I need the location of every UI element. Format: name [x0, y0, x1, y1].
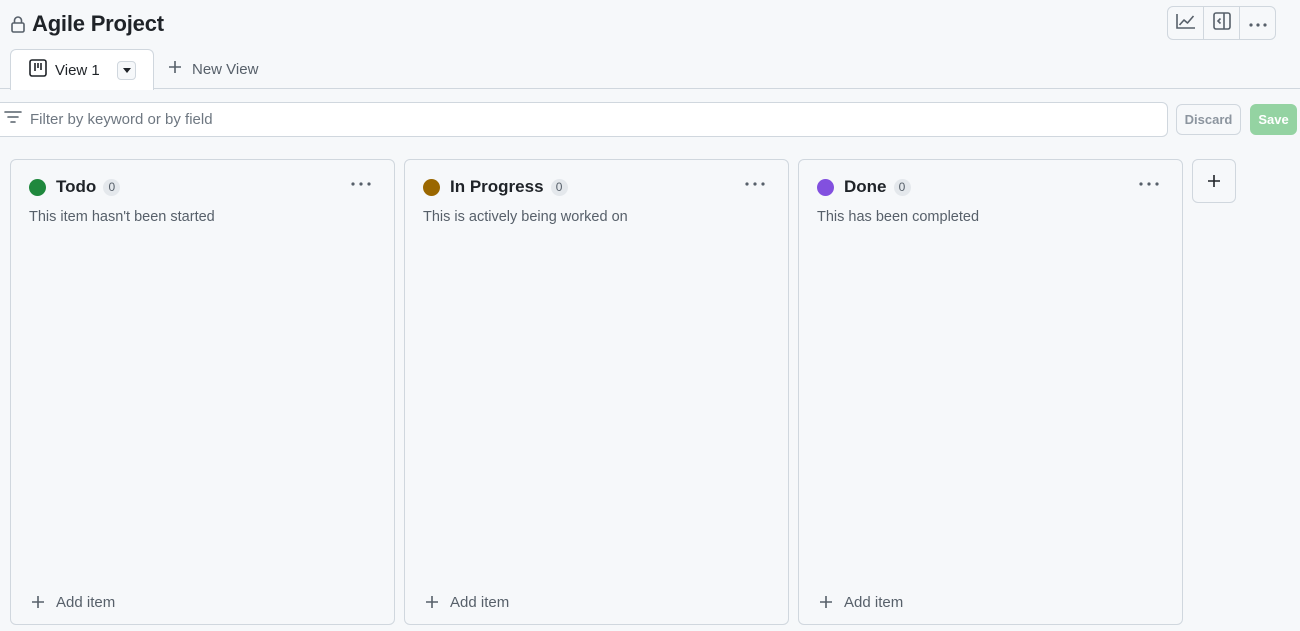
board-column-todo: Todo 0 This item hasn't been started Add…: [10, 159, 395, 625]
column-description: This is actively being worked on: [423, 209, 628, 225]
save-button[interactable]: Save: [1250, 104, 1297, 135]
plus-icon: [32, 596, 44, 608]
discard-button[interactable]: Discard: [1176, 104, 1241, 135]
project-header: Agile Project: [0, 0, 1300, 48]
filter-bar: [0, 102, 1168, 137]
column-title: Todo: [56, 177, 97, 196]
add-item-label: Add item: [844, 593, 904, 611]
board-column-in-progress: In Progress 0 This is actively being wor…: [404, 159, 789, 625]
add-item-label: Add item: [450, 593, 510, 611]
kebab-horizontal-icon: [1248, 14, 1267, 32]
plus-icon: [168, 60, 182, 78]
triangle-down-icon: [122, 68, 131, 73]
kebab-horizontal-icon: [351, 182, 371, 186]
view-options-dropdown[interactable]: [117, 61, 136, 80]
column-header: Done 0: [817, 177, 911, 197]
insights-button[interactable]: [1168, 7, 1204, 39]
new-view-button[interactable]: New View: [168, 59, 258, 79]
graph-icon: [1175, 13, 1196, 34]
add-item-label: Add item: [56, 593, 116, 611]
plus-icon: [426, 596, 438, 608]
plus-icon: [820, 596, 832, 608]
filter-input[interactable]: [30, 111, 1130, 128]
status-dot: [29, 178, 46, 196]
add-item-button[interactable]: Add item: [819, 592, 903, 612]
filter-icon: [4, 110, 22, 129]
page-title: Agile Project: [32, 11, 164, 36]
tab-label: View 1: [55, 61, 100, 79]
column-menu-button[interactable]: [740, 174, 770, 194]
column-description: This has been completed: [817, 209, 980, 225]
add-item-button[interactable]: Add item: [31, 592, 115, 612]
column-menu-button[interactable]: [346, 174, 376, 194]
column-header: In Progress 0: [423, 177, 568, 197]
status-dot: [817, 178, 834, 196]
lock-icon: [10, 15, 26, 33]
add-column-button[interactable]: [1192, 159, 1236, 203]
plus-icon: [1208, 175, 1220, 187]
item-count-badge: 0: [893, 178, 911, 196]
side-panel-button[interactable]: [1204, 7, 1240, 39]
column-description: This item hasn't been started: [29, 209, 215, 225]
new-view-label: New View: [192, 60, 259, 78]
kebab-horizontal-icon: [745, 182, 765, 186]
add-item-button[interactable]: Add item: [425, 592, 509, 612]
column-title: Done: [844, 177, 887, 196]
project-board-icon: [29, 58, 47, 82]
more-options-button[interactable]: [1240, 7, 1275, 39]
column-header: Todo 0: [29, 177, 121, 197]
sidebar-collapse-icon: [1212, 11, 1231, 35]
kebab-horizontal-icon: [1139, 182, 1159, 186]
view-tabs: View 1 New View: [0, 48, 1300, 90]
column-menu-button[interactable]: [1134, 174, 1164, 194]
item-count-badge: 0: [103, 178, 121, 196]
title-area: Agile Project: [10, 10, 164, 38]
status-dot: [423, 178, 440, 196]
header-actions: [1167, 6, 1276, 40]
board-column-done: Done 0 This has been completed Add item: [798, 159, 1183, 625]
tab-view-1[interactable]: View 1: [10, 49, 154, 90]
column-title: In Progress: [450, 177, 544, 196]
item-count-badge: 0: [550, 178, 568, 196]
